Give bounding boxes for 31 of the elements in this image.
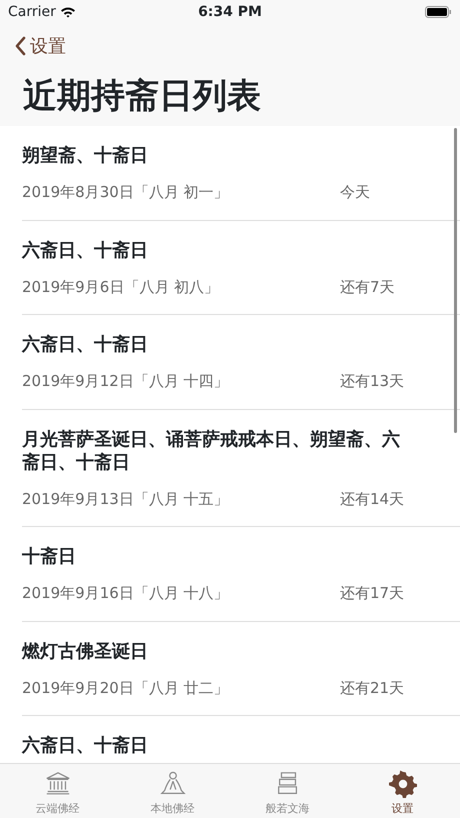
tab-item[interactable]: 般若文海 — [230, 764, 345, 818]
back-button[interactable]: 设置 — [14, 32, 66, 60]
fast-day-title: 月光菩萨圣诞日、诵菩萨戒戒本日、朔望斋、六斋日、十斋日 — [22, 428, 401, 474]
wifi-icon — [60, 6, 76, 18]
status-time: 6:34 PM — [198, 2, 262, 22]
date-text: 2019年9月20日「八月 廿二」 — [22, 678, 230, 698]
fast-day-title: 燃灯古佛圣诞日 — [22, 640, 149, 662]
date-text: 2019年9月12日「八月 十四」 — [22, 371, 230, 392]
countdown-text: 今天 — [340, 182, 370, 203]
countdown-text: 还有14天 — [340, 488, 404, 510]
fast-day-title: 十斋日 — [22, 545, 77, 568]
tab-item[interactable]: 云端佛经 — [0, 764, 115, 818]
fast-day-title: 朔望斋、十斋日 — [22, 144, 149, 167]
settings-icon — [388, 770, 416, 798]
page-title: 近期持斋日列表 — [22, 75, 262, 118]
countdown-text: 还有13天 — [340, 371, 404, 392]
countdown-text: 还有21天 — [340, 678, 404, 698]
carrier-label: Carrier — [8, 2, 56, 22]
countdown-text: 还有17天 — [340, 583, 404, 604]
tab-item[interactable]: 本地佛经 — [115, 764, 230, 818]
date-text: 2019年9月6日「八月 初八」 — [22, 276, 220, 298]
chevron-left-icon — [14, 36, 26, 56]
countdown-text: 还有7天 — [340, 276, 395, 298]
tab-item[interactable]: 设置 — [345, 764, 460, 818]
fast-day-title: 六斋日、十斋日 — [22, 333, 149, 356]
battery-icon — [425, 6, 452, 18]
fast-day-title: 六斋日、十斋日 — [22, 238, 149, 262]
date-text: 2019年9月13日「八月 十五」 — [22, 488, 230, 510]
date-text: 2019年8月30日「八月 初一」 — [22, 182, 230, 203]
fast-day-title: 六斋日、十斋日 — [22, 734, 149, 757]
date-text: 2019年9月16日「八月 十八」 — [22, 583, 230, 604]
